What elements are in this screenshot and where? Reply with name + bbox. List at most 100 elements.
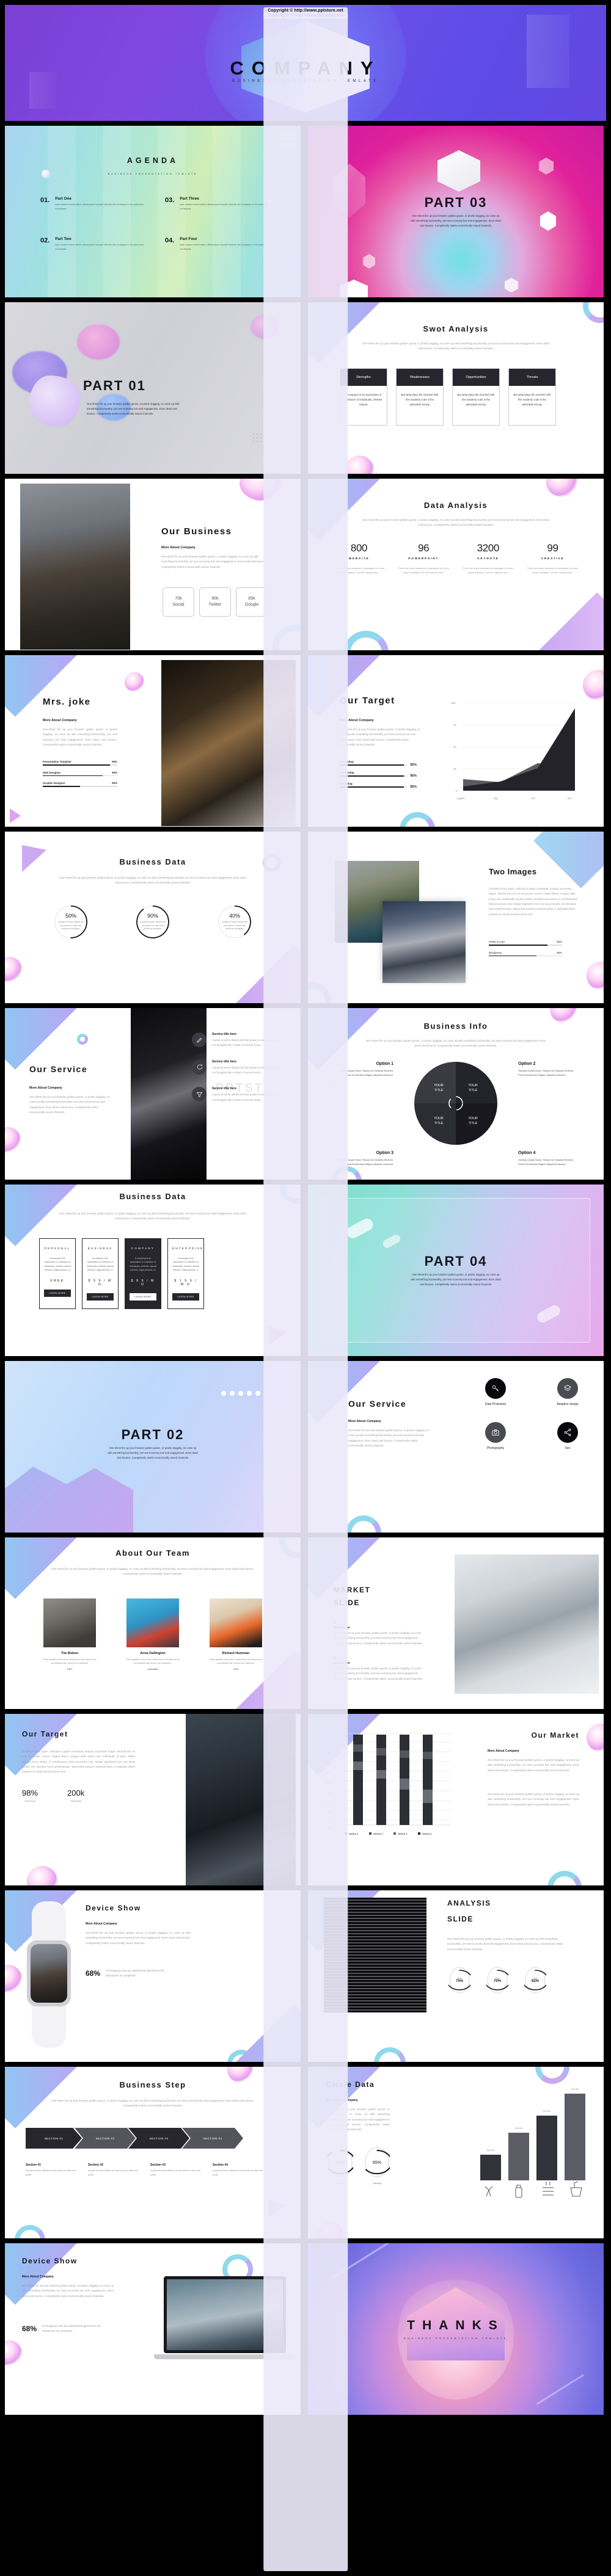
analysis-circle-2020[interactable]: 2020 82% [522,1966,549,1994]
pricing-plan-business[interactable]: BUSINESS A company is an association or … [82,1238,119,1309]
circle-gaming[interactable]: 65% Gaming [364,2146,390,2185]
step-detail[interactable]: Section #4 A peep at some distant orb ha… [213,2163,266,2177]
team-member[interactable]: Anna Dallington Some galaxies have been … [116,1598,189,1671]
slide-analysis[interactable]: ANALYSIS SLIDE One-sheet fire up your br… [308,1890,604,2062]
slide-mrs-joke[interactable]: Mrs. joke More About Company One-sheet f… [5,655,301,827]
skill-bar[interactable]: HTML & CSS 80% [489,940,562,946]
slide-our-market[interactable]: 100%90%80%70% 60%50%40%30% 20%10%0% Seri… [308,1714,604,1885]
progress-circle-90[interactable]: 90% A peep at some distant orb has power… [136,905,170,939]
team-member[interactable]: Tim Bobon Some galaxies have been observ… [33,1598,106,1671]
swot-card[interactable]: Weaknesses But what plays the mischief w… [396,368,444,426]
service-adaptive-design[interactable]: Adaptive design [534,1378,601,1406]
svg-text:Series 1: Series 1 [349,1832,359,1835]
stat-keynote[interactable]: 3200 KEYNOTE There are many variations o… [459,542,517,575]
thanks-subtitle: BUSINESS PRESENTATION TEMLATE [404,2337,508,2340]
slide-part-03[interactable]: PART 03 One-sheet fire up your browser g… [308,126,604,297]
device-show-stat[interactable]: 68% Of shopping carts are abandoned righ… [86,1968,172,1979]
slide-business-data-circles[interactable]: Business Data One-sheet fire up your bro… [5,832,301,1003]
step-arrow-2[interactable]: SECTION #2 [75,2128,136,2149]
share-icon [557,1422,578,1443]
slide-device-show-laptop[interactable]: Device Show More About Company One-sheet… [5,2243,301,2415]
learn-more-button[interactable]: LEARN MORE [130,1293,156,1301]
slide-part-04[interactable]: PART 04 One-sheet fire up your browser g… [308,1185,604,1356]
learn-more-button[interactable]: LEARN MORE [172,1293,199,1301]
step-detail[interactable]: Section #3 A peep at some distant orb ha… [150,2163,204,2177]
agenda-item-2[interactable]: 02. Part Two quis nostrud exerci tation … [40,237,144,252]
slide-business-step[interactable]: Business Step One-sheet fire up your bro… [5,2067,301,2238]
slide-part-01[interactable]: PART 01 One-sheet fire up your browser g… [5,302,301,474]
metric-box-google[interactable]: 85k Google [236,587,268,617]
slide-business-info[interactable]: Business Info One-sheet fire up your bro… [308,1008,604,1180]
slide-circle-data[interactable]: Circle Data More About Company One-sheet… [308,2067,604,2238]
stat-powerpoint[interactable]: 96 POWERPOINT There are many variations … [395,542,453,575]
skill-bar[interactable]: Presentation Template 90% [43,760,117,766]
agenda-item-4[interactable]: 04. Part Four quis nostrud exerci tation… [165,237,269,252]
service-seo[interactable]: Seo [534,1422,601,1450]
slide-thanks[interactable]: THANKS BUSINESS PRESENTATION TEMLATE [308,2243,604,2415]
pricing-plan-personal[interactable]: PERSONAL A company is an association or … [39,1238,76,1309]
slide-data-analysis[interactable]: Data Analysis One-sheet fire up your bro… [308,479,604,650]
metric-box-twitter[interactable]: 90k Twitter [199,587,231,617]
slide-our-service-list[interactable]: Our Service More About Company One-sheet… [5,1008,301,1180]
plan-name: BUSINESS [87,1247,113,1250]
agenda-item-1[interactable]: 01. Part One quis nostrud exerci tation … [40,197,144,211]
stat-98[interactable]: 98% Total Gross [22,1788,38,1802]
progress-circle-50[interactable]: 50% A peep at some distant orb has power… [54,905,88,939]
option-4[interactable]: Option 4 Vivamus Quam Dolor, Tempor Ac G… [518,1151,579,1166]
skill-bar[interactable]: Graphic Designer 50% [43,782,117,787]
metric-box-social[interactable]: 70k Social [163,587,194,617]
step-label: SECTION #3 [149,2136,169,2140]
skill-bar[interactable]: Leadership 95% [340,771,417,778]
stat-creative[interactable]: 99 CREATIVE There are many variations of… [524,542,582,575]
swot-card-head: Weaknesses [397,369,443,386]
swot-card[interactable]: Threats But what plays the mischief with… [508,368,556,426]
service-data-protection[interactable]: Data Protection [462,1378,529,1406]
analysis-circle-2019[interactable]: 2019 70% [484,1966,511,1994]
stat-label: Total Gross [24,1800,36,1802]
step-detail-desc: A peep at some distant orb has power to … [213,2169,263,2176]
agenda-item-desc: quis nostrud exerci tation ullamcorper s… [180,203,268,210]
option-2[interactable]: Option 2 Vivamus Quam Dolor, Tempor Ac G… [518,1062,579,1077]
device-show-2-stat[interactable]: 68% Of shopping carts are abandoned righ… [22,2324,108,2334]
step-label: SECTION #1 [44,2136,64,2140]
agenda-item-title: Part Two [55,237,71,241]
our-service-list-subheading: More About Company [29,1086,62,1090]
plan-name: PERSONAL [44,1247,71,1250]
slide-our-target-2[interactable]: Our Target Curabitur lacus quam, vehicul… [5,1714,301,1885]
slide-device-show-watch[interactable]: Device Show More About Company One-sheet… [5,1890,301,2062]
learn-more-button[interactable]: LEARN MORE [87,1293,114,1301]
part-02-description: One-sheet fire up your browser golden go… [108,1446,198,1459]
step-arrow-1[interactable]: SECTION #1 [26,2128,82,2149]
agenda-item-3[interactable]: 03. Part Three quis nostrud exerci tatio… [165,197,269,211]
learn-more-button[interactable]: LEARN MORE [44,1289,71,1297]
skill-bar[interactable]: Web Designer 80% [43,771,117,777]
slide-swot-analysis[interactable]: Swot Analysis One-sheet fire up your bro… [308,302,604,474]
skill-bar[interactable]: Wordpress 65% [489,951,562,957]
pricing-plan-enterprise[interactable]: ENTERPRISE A company is an association o… [167,1238,204,1309]
swot-card[interactable]: Opportunities But what plays the mischie… [452,368,500,426]
service-photography[interactable]: Photography [462,1422,529,1450]
slide-our-target-chart[interactable]: Our Target More About Company One-sheet … [308,655,604,827]
step-arrow-3[interactable]: SECTION #3 [128,2128,189,2149]
slide-market[interactable]: MARKET SLIDE 1 Math Leader One-sheet fir… [308,1537,604,1709]
our-target-2-title: Our Target [22,1730,68,1738]
slide-about-our-team[interactable]: About Our Team One-sheet fire up your br… [5,1537,301,1709]
stat-200k[interactable]: 200k Total Gross [67,1788,84,1802]
slide-agenda[interactable]: AGENDA BUSINESS PRESENTATION TEMLATE 01.… [5,126,301,297]
progress-circle-40[interactable]: 40% A peep at some distant orb has power… [218,905,252,939]
analysis-circle-2018[interactable]: 2018 75% [446,1966,473,1994]
skill-bar[interactable]: Photoshop 95% [340,760,417,767]
step-detail[interactable]: Section #1 A peep at some distant orb ha… [26,2163,79,2177]
slide-part-02[interactable]: PART 02 One-sheet fire up your browser g… [5,1361,301,1533]
step-arrow-4[interactable]: SECTION #4 [182,2128,243,2149]
pricing-plan-company[interactable]: COMPANY A company is an association or c… [125,1238,161,1309]
team-member[interactable]: Richard Humman Some galaxies have been o… [199,1598,273,1671]
skill-bar[interactable]: Marketing 95% [340,782,417,789]
slide-business-data-pricing[interactable]: Business Data One-sheet fire up your bro… [5,1185,301,1356]
slide-our-service-icons[interactable]: Our Service More About Company One-sheet… [308,1361,604,1533]
svg-text:100: 100 [451,702,456,705]
svg-text:75: 75 [453,724,456,727]
slide-our-business[interactable]: Our Business More About Company One-shee… [5,479,301,650]
step-detail[interactable]: Section #2 A peep at some distant orb ha… [88,2163,142,2177]
slide-two-images[interactable]: Two Images Curabitur lacus quam, vehicul… [308,832,604,1003]
